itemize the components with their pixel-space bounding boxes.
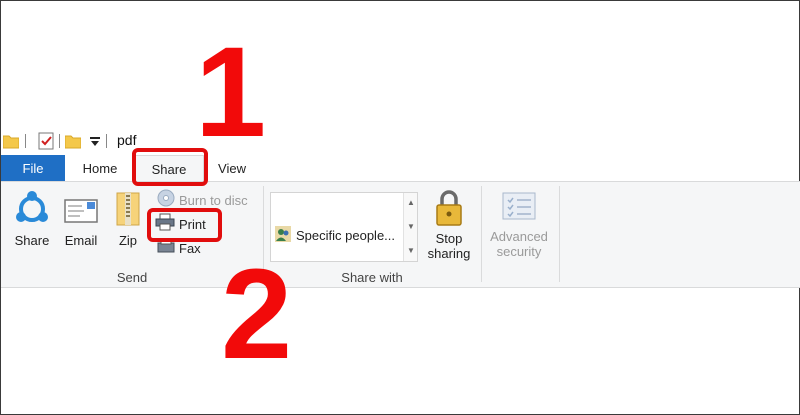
scroll-up-icon[interactable]: ▲ — [407, 199, 415, 207]
step-number-1: 1 — [195, 21, 267, 164]
share-button[interactable]: Share — [11, 191, 53, 248]
tab-home[interactable]: Home — [73, 155, 127, 182]
advanced-security-label-line2: security — [496, 244, 542, 259]
specific-people-label: Specific people... — [296, 228, 396, 243]
scroll-down-icon[interactable]: ▼ — [407, 223, 415, 231]
customize-dropdown-icon[interactable] — [89, 133, 101, 152]
gallery-scrollbar[interactable]: ▲ ▼ ▼ — [403, 193, 417, 261]
email-label: Email — [64, 233, 98, 248]
toolbar-separator — [25, 134, 26, 148]
security-list-icon — [487, 191, 551, 226]
toolbar-separator — [106, 134, 107, 148]
new-folder-icon[interactable] — [64, 133, 82, 152]
toolbar-separator — [59, 134, 60, 148]
stop-sharing-label-line2: sharing — [427, 246, 471, 261]
fax-label: Fax — [179, 241, 201, 256]
fax-button[interactable]: Fax — [157, 238, 201, 259]
highlight-box-print — [147, 208, 222, 242]
lock-icon — [423, 189, 475, 230]
advanced-security-label-line1: Advanced — [490, 229, 548, 244]
share-with-gallery[interactable]: Specific people... ▲ ▼ ▼ — [270, 192, 418, 262]
tab-file[interactable]: File — [1, 155, 65, 182]
share-with-group-label: Share with — [341, 270, 403, 285]
specific-people-item[interactable]: Specific people... — [275, 226, 395, 245]
email-button[interactable]: Email — [59, 191, 103, 248]
zip-label: Zip — [118, 233, 138, 248]
properties-check-icon[interactable] — [38, 132, 55, 153]
folder-icon[interactable] — [2, 133, 20, 152]
stop-sharing-button[interactable]: Stop sharing — [423, 189, 475, 261]
group-divider — [559, 186, 560, 282]
zip-folder-icon — [111, 191, 145, 230]
advanced-security-button[interactable]: Advanced security — [487, 191, 551, 259]
highlight-box-share-tab — [132, 148, 208, 186]
stop-sharing-label-line1: Stop — [435, 231, 463, 246]
group-divider — [481, 186, 482, 282]
window-frame: pdf File Home Share View Share Email Zip… — [0, 0, 800, 415]
share-label: Share — [14, 233, 50, 248]
step-number-2: 2 — [221, 243, 293, 386]
zip-button[interactable]: Zip — [111, 191, 145, 248]
share-icon — [11, 191, 53, 230]
ribbon-tabs: File Home Share View — [1, 155, 800, 182]
email-icon — [59, 191, 103, 230]
folder-title: pdf — [117, 132, 137, 148]
ribbon-panel: Share Email Zip Burn to disc Print Fax S… — [1, 181, 800, 288]
gallery-more-icon[interactable]: ▼ — [407, 247, 415, 255]
